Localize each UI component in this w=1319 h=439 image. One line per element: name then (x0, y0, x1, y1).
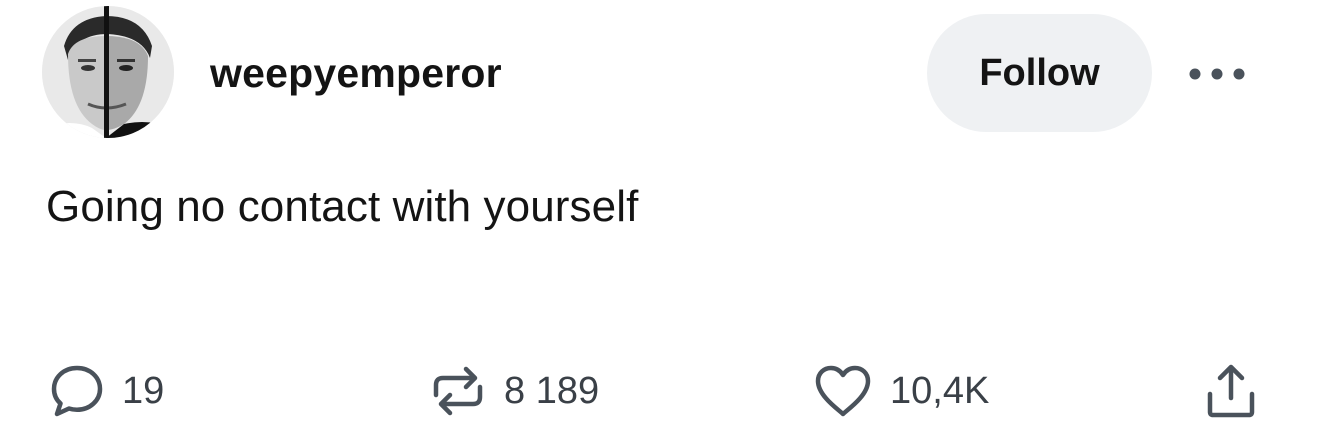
more-dots-icon (1187, 67, 1247, 81)
avatar-portrait-icon (42, 6, 174, 138)
speech-bubble-icon (48, 362, 106, 420)
share-button[interactable] (1200, 360, 1262, 422)
username[interactable]: weepyemperor (210, 50, 502, 97)
reply-count: 19 (122, 369, 165, 412)
repost-count: 8 189 (504, 369, 600, 412)
post-card: weepyemperor Follow Going no contact wit… (0, 0, 1319, 439)
like-count: 10,4K (890, 369, 990, 412)
repost-arrows-icon (428, 361, 488, 421)
post-text: Going no contact with yourself (46, 182, 639, 231)
heart-icon (812, 362, 874, 420)
share-upload-icon (1200, 360, 1262, 422)
like-button[interactable]: 10,4K (812, 360, 989, 422)
reply-button[interactable]: 19 (48, 360, 164, 422)
avatar[interactable] (42, 6, 174, 138)
follow-button[interactable]: Follow (927, 14, 1152, 132)
more-options-button[interactable] (1182, 52, 1252, 96)
repost-button[interactable]: 8 189 (428, 360, 599, 422)
